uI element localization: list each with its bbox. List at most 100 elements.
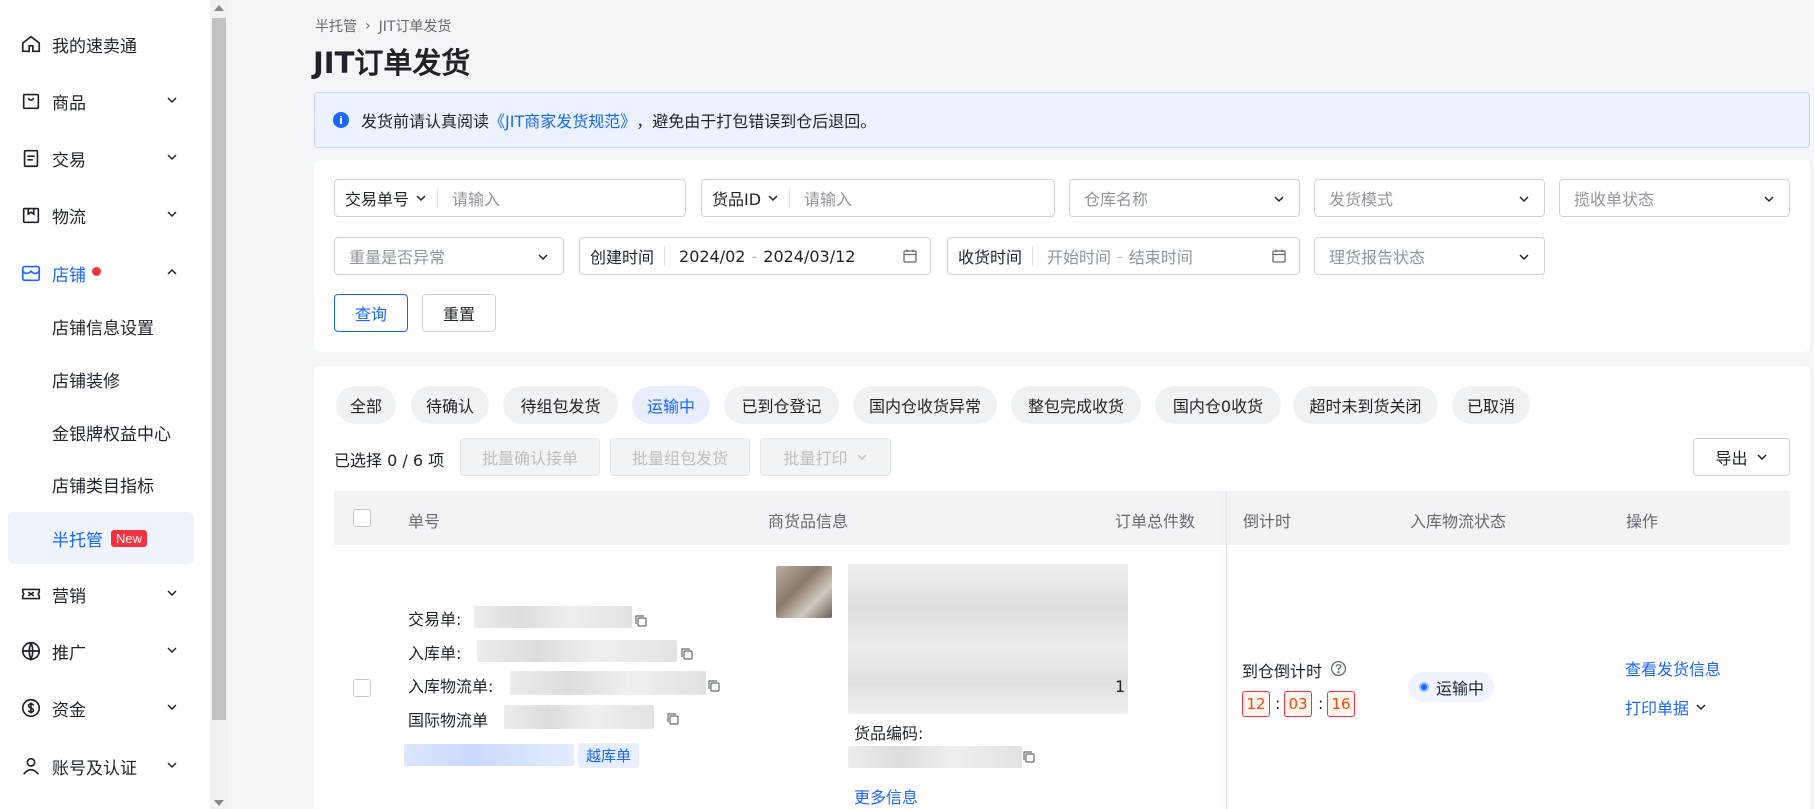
received-end-input[interactable]: 结束时间 — [1129, 244, 1193, 268]
export-button[interactable]: 导出 — [1693, 438, 1790, 476]
tally-report-status-select[interactable]: 理货报告状态 — [1314, 237, 1545, 275]
tab-pending-confirm[interactable]: 待确认 — [411, 386, 489, 424]
trade-no-input[interactable]: 请输入 — [438, 186, 500, 210]
goods-id-input[interactable]: 请输入 — [790, 186, 852, 210]
sidebar: 我的速卖通 商品 交易 物流 店铺 店铺信息设置 店铺装修 金银牌权益中心 店铺… — [0, 0, 210, 809]
order-link-redacted[interactable] — [404, 744, 574, 766]
tab-domestic-receive-abnormal[interactable]: 国内仓收货异常 — [853, 386, 997, 424]
goods-id-type-select[interactable]: 货品ID — [702, 186, 789, 210]
received-time-range[interactable]: 收货时间 开始时间 - 结束时间 — [947, 237, 1300, 275]
sidebar-item-label: 营销 — [52, 586, 86, 607]
tab-timeout-closed[interactable]: 超时未到货关闭 — [1293, 386, 1438, 424]
query-button[interactable]: 查询 — [334, 294, 408, 332]
sidebar-item-label: 推广 — [52, 643, 86, 664]
col-goods-info: 商货品信息 — [768, 512, 849, 531]
package-icon — [20, 204, 42, 226]
product-thumbnail[interactable] — [776, 566, 832, 618]
sidebar-subitem-medal-center[interactable]: 金银牌权益中心 — [8, 406, 194, 458]
col-total-qty: 订单总件数 — [1115, 512, 1196, 531]
sidebar-item-logistics[interactable]: 物流 — [0, 190, 210, 240]
logistics-status-badge: 运输中 — [1408, 672, 1495, 702]
ticket-icon — [20, 583, 42, 605]
more-info-link[interactable]: 更多信息 — [854, 784, 918, 808]
sidebar-subitem-store-decor[interactable]: 店铺装修 — [8, 353, 194, 405]
created-time-range[interactable]: 创建时间 2024/02 - 2024/03/12 — [579, 237, 931, 275]
page-title: JIT订单发货 — [313, 46, 471, 80]
warehouse-placeholder: 仓库名称 — [1084, 190, 1149, 209]
sidebar-subitem-store-info[interactable]: 店铺信息设置 — [8, 300, 194, 352]
warehouse-select[interactable]: 仓库名称 — [1069, 179, 1300, 217]
export-label: 导出 — [1715, 449, 1748, 468]
weight-abnormal-select[interactable]: 重量是否异常 — [334, 237, 564, 275]
trade-no-type-select[interactable]: 交易单号 — [335, 186, 437, 210]
globe-icon — [20, 640, 42, 662]
trade-no-field[interactable]: 交易单号 请输入 — [334, 179, 686, 217]
sidebar-scroll-thumb[interactable] — [212, 18, 226, 720]
scroll-down-arrow-icon[interactable] — [214, 800, 224, 806]
received-time-label: 收货时间 — [958, 248, 1023, 267]
sidebar-subitem-label: 店铺信息设置 — [52, 318, 154, 339]
copy-icon[interactable] — [680, 647, 694, 661]
col-actions: 操作 — [1626, 512, 1659, 531]
copy-icon[interactable] — [666, 712, 680, 726]
range-dash: - — [751, 246, 758, 266]
sidebar-item-my-aliexpress[interactable]: 我的速卖通 — [0, 19, 210, 69]
copy-icon[interactable] — [1022, 750, 1036, 764]
created-start-input[interactable]: 2024/02 — [665, 247, 745, 266]
sidebar-item-marketing[interactable]: 营销 — [0, 569, 210, 619]
weight-abnormal-placeholder: 重量是否异常 — [349, 248, 446, 267]
alert-suffix: ，避免由于打包错误到仓后退回。 — [636, 112, 877, 131]
copy-icon[interactable] — [707, 679, 721, 693]
goods-id-field[interactable]: 货品ID 请输入 — [701, 179, 1055, 217]
chevron-down-icon — [167, 590, 177, 597]
sidebar-item-trade[interactable]: 交易 — [0, 133, 210, 183]
reset-button[interactable]: 重置 — [422, 294, 496, 332]
breadcrumb-current: JIT订单发货 — [378, 19, 452, 35]
sidebar-item-promotion[interactable]: 推广 — [0, 626, 210, 676]
tab-arrived-registered[interactable]: 已到仓登记 — [724, 386, 839, 424]
created-end-input[interactable]: 2024/03/12 — [763, 247, 855, 266]
tab-in-transit[interactable]: 运输中 — [632, 386, 710, 424]
batch-ship-button[interactable]: 批量组包发货 — [610, 438, 750, 476]
chevron-down-icon — [538, 254, 548, 261]
batch-print-button[interactable]: 批量打印 — [760, 438, 891, 476]
received-start-input[interactable]: 开始时间 — [1033, 244, 1111, 268]
print-documents-dropdown[interactable]: 打印单据 — [1625, 695, 1707, 719]
tally-status-placeholder: 理货报告状态 — [1329, 248, 1426, 267]
sidebar-subitem-label: 店铺类目指标 — [52, 476, 154, 497]
info-alert: i 发货前请认真阅读 《JIT商家发货规范》 ，避免由于打包错误到仓后退回。 — [314, 92, 1810, 148]
select-all-checkbox[interactable] — [353, 509, 371, 527]
scroll-up-arrow-icon[interactable] — [214, 5, 224, 11]
sidebar-item-account[interactable]: 账号及认证 — [0, 741, 210, 791]
total-qty-value: 1 — [1115, 677, 1126, 696]
tab-pending-pack[interactable]: 待组包发货 — [503, 386, 618, 424]
batch-confirm-button[interactable]: 批量确认接单 — [460, 438, 600, 476]
user-icon — [20, 755, 42, 777]
breadcrumb-root[interactable]: 半托管 — [315, 16, 357, 36]
view-shipping-info-link[interactable]: 查看发货信息 — [1625, 656, 1721, 680]
sidebar-item-label: 账号及认证 — [52, 758, 137, 779]
tab-domestic-zero-received[interactable]: 国内仓0收货 — [1155, 386, 1281, 424]
copy-icon[interactable] — [634, 614, 648, 628]
sidebar-subitem-category-metrics[interactable]: 店铺类目指标 — [8, 458, 194, 510]
ship-mode-placeholder: 发货模式 — [1329, 190, 1394, 209]
sidebar-subitem-semi-managed[interactable]: 半托管 New — [8, 512, 194, 564]
calendar-icon — [903, 249, 917, 263]
sidebar-subitem-label: 半托管 — [52, 530, 103, 551]
chevron-down-icon — [167, 704, 177, 711]
trade-no-value-redacted — [474, 606, 632, 628]
tab-cancelled[interactable]: 已取消 — [1452, 386, 1530, 424]
pickup-status-select[interactable]: 揽收单状态 — [1559, 179, 1790, 217]
ship-mode-select[interactable]: 发货模式 — [1314, 179, 1545, 217]
inbound-no-value-redacted — [477, 640, 677, 662]
sidebar-item-store[interactable]: 店铺 — [0, 248, 210, 298]
shipping-rules-link[interactable]: 《JIT商家发货规范》 — [489, 108, 636, 132]
sidebar-item-funds[interactable]: 资金 — [0, 683, 210, 733]
help-icon[interactable] — [1330, 660, 1347, 677]
store-icon — [20, 262, 42, 284]
tab-all[interactable]: 全部 — [336, 386, 396, 424]
tab-package-received[interactable]: 整包完成收货 — [1011, 386, 1141, 424]
sidebar-item-products[interactable]: 商品 — [0, 76, 210, 126]
created-time-label: 创建时间 — [590, 248, 655, 267]
row-checkbox[interactable] — [353, 679, 371, 697]
